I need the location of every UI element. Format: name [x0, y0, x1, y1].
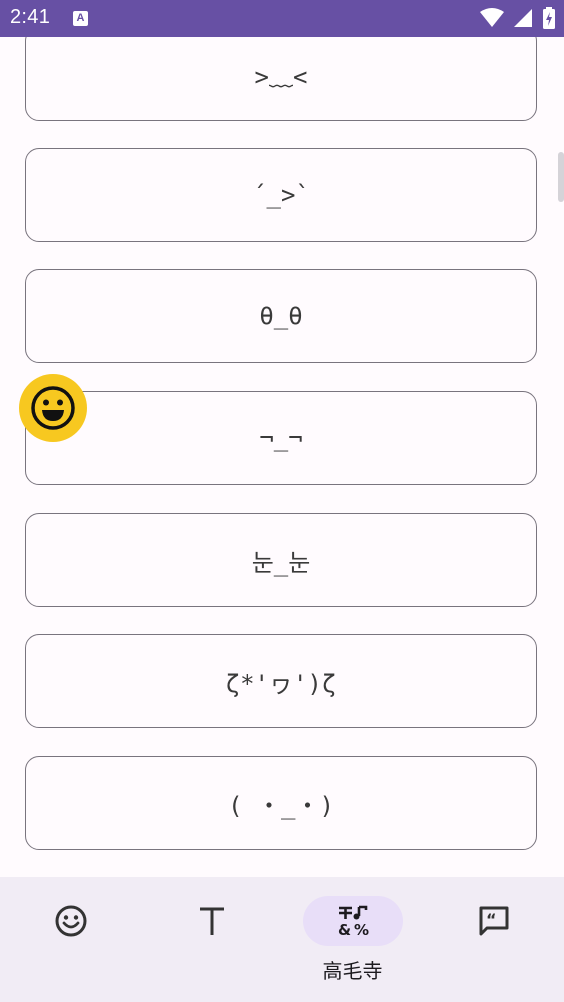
- nav-item-emoji[interactable]: [0, 877, 141, 1002]
- nav-item-quotes[interactable]: “: [423, 877, 564, 1002]
- svg-text:&: &: [338, 921, 351, 937]
- status-icons: [476, 7, 556, 29]
- signal-icon: [513, 9, 532, 27]
- kaomoji-text: ζ*'ヮ')ζ: [225, 669, 337, 698]
- wifi-icon: [479, 8, 504, 27]
- symbols-icon: & %: [338, 905, 369, 937]
- kaomoji-text: ´_>`: [252, 181, 310, 209]
- smiley-icon: [55, 905, 86, 937]
- kaomoji-card[interactable]: ´_>`: [25, 148, 537, 242]
- kaomoji-text: θ_θ: [259, 302, 303, 330]
- quote-bubble-icon: “: [479, 906, 508, 936]
- kaomoji-card[interactable]: ζ*'ヮ')ζ: [25, 634, 537, 728]
- text-format-icon: [199, 907, 224, 935]
- svg-text:“: “: [486, 910, 497, 929]
- kaomoji-text: 눈_눈: [251, 548, 311, 577]
- battery-icon: [543, 7, 555, 29]
- nav-pill-active[interactable]: & %: [302, 896, 403, 946]
- bottom-navigation: & % 高毛寺 “: [0, 877, 564, 1002]
- kaomoji-card[interactable]: 눈_눈: [25, 513, 537, 607]
- nav-item-text[interactable]: [141, 877, 282, 1002]
- nav-pill[interactable]: [21, 896, 121, 946]
- status-time: 2:41: [10, 6, 51, 28]
- kaomoji-card[interactable]: ( ・_・): [25, 756, 537, 850]
- nav-item-symbols[interactable]: & % 高毛寺: [282, 877, 423, 1002]
- kaomoji-card[interactable]: θ_θ: [25, 269, 537, 363]
- floating-emoji-button[interactable]: [19, 374, 87, 442]
- notification-icon: A: [73, 11, 88, 26]
- kaomoji-list[interactable]: >﹏< ´_>` θ_θ ¬_¬ 눈_눈 ζ*'ヮ')ζ ( ・_・): [0, 37, 564, 877]
- kaomoji-text: >﹏<: [254, 62, 308, 91]
- kaomoji-text: ( ・_・): [228, 791, 334, 820]
- nav-pill[interactable]: [162, 896, 262, 946]
- kaomoji-text: ¬_¬: [259, 424, 303, 452]
- smiley-face-icon: [31, 386, 75, 430]
- nav-pill[interactable]: “: [444, 896, 544, 946]
- kaomoji-card[interactable]: ¬_¬: [25, 391, 537, 485]
- status-bar: 2:41 A: [0, 0, 564, 37]
- svg-text:%: %: [354, 921, 369, 937]
- nav-label-symbols: 高毛寺: [322, 959, 383, 983]
- kaomoji-card[interactable]: >﹏<: [25, 37, 537, 121]
- scrollbar-thumb[interactable]: [558, 152, 564, 202]
